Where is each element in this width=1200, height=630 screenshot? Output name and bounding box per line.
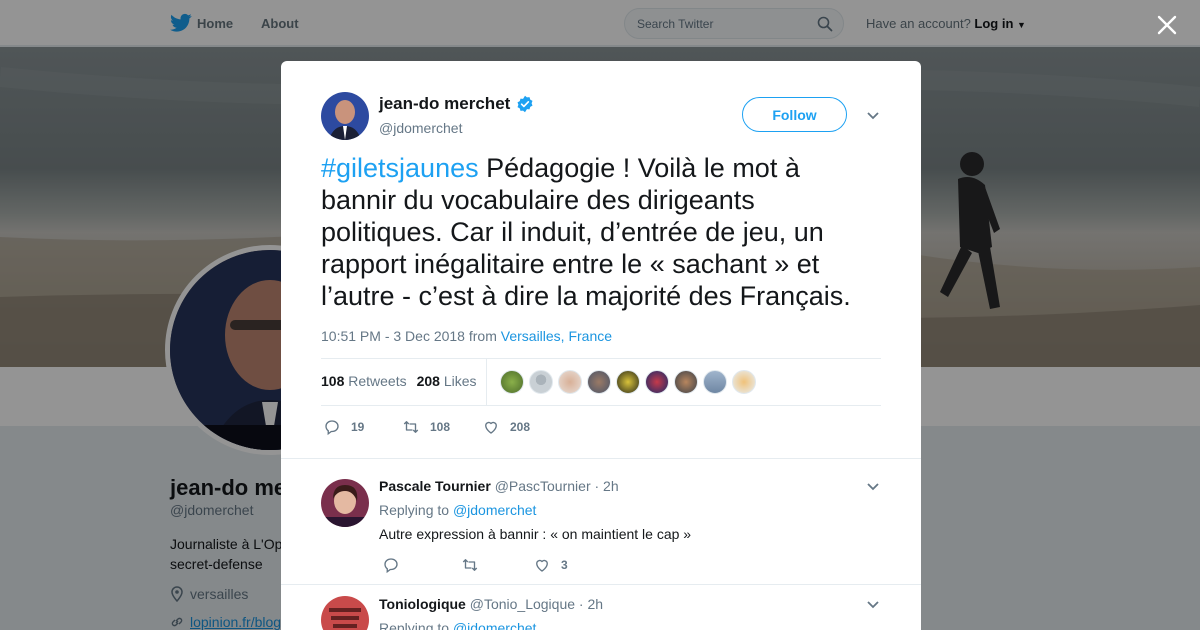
replying-to-label: Replying to: [379, 620, 450, 630]
likers-avatars: [500, 370, 756, 394]
tweet-location-link[interactable]: Versailles, France: [501, 328, 612, 344]
reply-time[interactable]: · 2h: [595, 478, 619, 494]
follow-button[interactable]: Follow: [742, 97, 847, 132]
replying-to: Replying to @jdomerchet: [379, 620, 536, 630]
reply-text: Autre expression à bannir : « on maintie…: [379, 526, 692, 542]
liker-avatar[interactable]: [645, 370, 669, 394]
replying-to-label: Replying to: [379, 502, 450, 518]
liker-avatar[interactable]: [703, 370, 727, 394]
reply-actions: 3: [382, 556, 568, 574]
heart-icon[interactable]: [482, 418, 500, 436]
retweets-stat[interactable]: 108 Retweets: [321, 373, 407, 389]
liker-avatar[interactable]: [587, 370, 611, 394]
close-icon[interactable]: [1155, 13, 1179, 37]
liker-avatar[interactable]: [500, 370, 524, 394]
author-avatar[interactable]: [321, 92, 369, 140]
likes-label: Likes: [443, 373, 477, 389]
stats-separator: [486, 358, 487, 405]
liker-avatar[interactable]: [732, 370, 756, 394]
author-name-row[interactable]: jean-do merchet: [379, 94, 534, 114]
like-count: 208: [510, 420, 531, 434]
retweet-count: 108: [430, 420, 451, 434]
like-action[interactable]: 3: [533, 556, 568, 574]
tweet-text: #giletsjaunes Pédagogie ! Voilà le mot à…: [321, 152, 881, 312]
likes-stat[interactable]: 208 Likes: [417, 373, 477, 389]
liker-avatar[interactable]: [616, 370, 640, 394]
reply-author-photo: [321, 479, 369, 527]
reply-icon[interactable]: [323, 418, 341, 436]
liker-avatar[interactable]: [529, 370, 553, 394]
retweet-action[interactable]: 108: [402, 418, 482, 436]
reply-time[interactable]: · 2h: [579, 596, 603, 612]
replying-to-handle[interactable]: @jdomerchet: [453, 620, 536, 630]
liker-avatar[interactable]: [558, 370, 582, 394]
divider: [321, 358, 881, 359]
likes-count: 208: [416, 373, 440, 389]
author-photo: [321, 92, 369, 140]
chevron-down-icon[interactable]: [866, 482, 880, 492]
chevron-down-icon[interactable]: [866, 600, 880, 610]
tweet-timestamp[interactable]: 10:51 PM - 3 Dec 2018 from: [321, 328, 497, 344]
retweet-icon[interactable]: [402, 418, 420, 436]
reply-author-handle[interactable]: @PascTournier: [495, 478, 591, 494]
author-handle[interactable]: @jdomerchet: [379, 120, 462, 136]
reply-author-handle[interactable]: @Tonio_Logique: [470, 596, 575, 612]
reply-header: Toniologique @Tonio_Logique · 2h: [379, 596, 603, 612]
reply-like-count: 3: [561, 558, 568, 572]
replying-to-handle[interactable]: @jdomerchet: [453, 502, 536, 518]
tweet-stats: 108 Retweets 208 Likes: [321, 373, 477, 389]
reply-action[interactable]: [382, 556, 461, 574]
hashtag-link[interactable]: #giletsjaunes: [321, 153, 479, 183]
reply-avatar[interactable]: [321, 479, 369, 527]
reply-icon[interactable]: [382, 556, 400, 574]
retweets-count: 108: [321, 373, 345, 389]
replies-separator: [281, 584, 921, 585]
reply-avatar[interactable]: [321, 596, 369, 630]
reply-author-name[interactable]: Pascale Tournier: [379, 478, 491, 494]
replies-separator: [281, 458, 921, 459]
tweet-meta: 10:51 PM - 3 Dec 2018 from Versailles, F…: [321, 328, 612, 344]
reply-header: Pascale Tournier @PascTournier · 2h: [379, 478, 619, 494]
chevron-down-icon[interactable]: [866, 111, 880, 121]
replying-to: Replying to @jdomerchet: [379, 502, 536, 518]
tweet-actions: 19 108 208: [323, 418, 530, 436]
reply-author-name[interactable]: Toniologique: [379, 596, 466, 612]
heart-icon[interactable]: [533, 556, 551, 574]
verified-badge-icon: [517, 95, 533, 113]
like-action[interactable]: 208: [482, 418, 530, 436]
author-name[interactable]: jean-do merchet: [379, 94, 510, 114]
retweets-label: Retweets: [348, 373, 407, 389]
reply-action[interactable]: 19: [323, 418, 402, 436]
tweet-modal: jean-do merchet @jdomerchet Follow #gile…: [281, 61, 921, 630]
liker-avatar[interactable]: [674, 370, 698, 394]
reply-count: 19: [351, 420, 365, 434]
reply-author-photo: [321, 596, 369, 630]
retweet-icon[interactable]: [461, 556, 479, 574]
retweet-action[interactable]: [461, 556, 533, 574]
divider: [321, 405, 881, 406]
